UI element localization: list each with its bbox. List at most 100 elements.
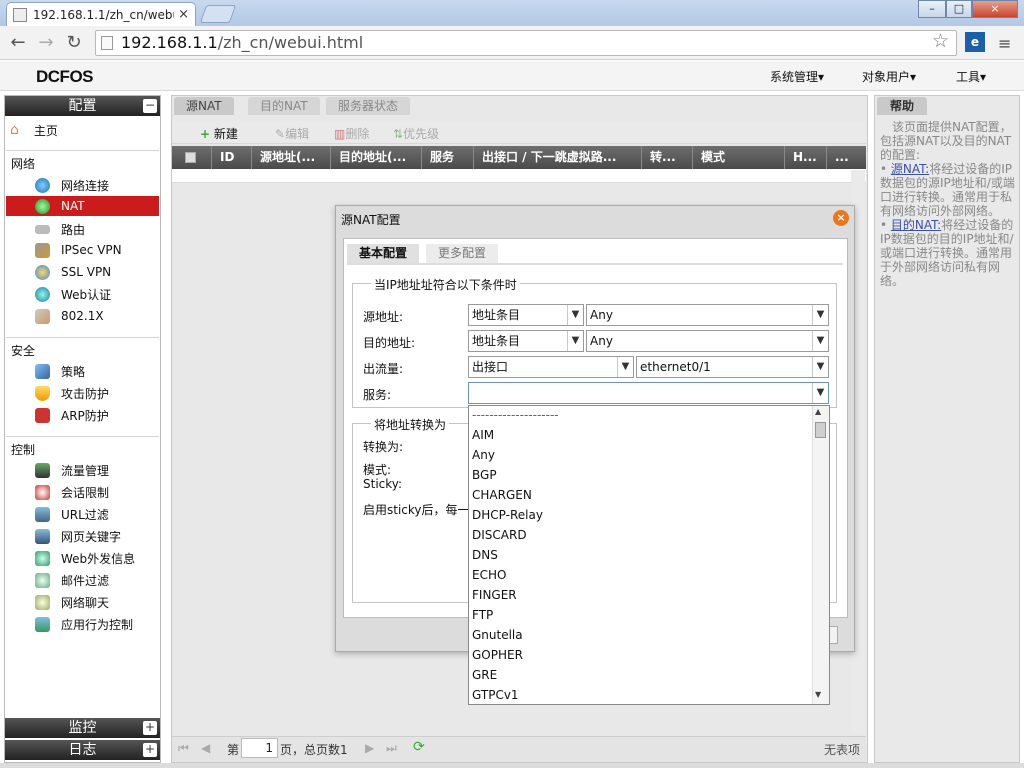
column-header-translate[interactable]: 转... [642,146,693,169]
source-address-select[interactable]: Any ▼ [586,304,829,326]
destination-address-select[interactable]: Any ▼ [586,330,829,352]
sidebar-item-home[interactable]: ⌂ 主页 [6,120,159,140]
column-header-more[interactable]: ... [827,146,866,169]
tab-source-nat[interactable]: 源NAT [174,97,234,115]
column-header-destination[interactable]: 目的地址(... [331,146,422,169]
first-page-icon[interactable]: ⏮ [178,741,189,756]
menu-tools[interactable]: 工具▾ [956,68,986,85]
dropdown-option[interactable]: GRE [472,668,497,682]
sidebar-item-ipsec-vpn[interactable]: IPSec VPN [6,240,159,260]
prev-page-icon[interactable]: ◀ [201,741,210,755]
sidebar-item-network-connection[interactable]: 网络连接 [6,175,159,195]
sidebar-item-web-keyword[interactable]: 网页关键字 [6,526,159,546]
menu-system[interactable]: 系统管理▾ [770,68,824,85]
dropdown-option[interactable]: DNS [472,548,498,562]
sidebar-item-policy[interactable]: 策略 [6,361,159,381]
sidebar-item-web-auth[interactable]: Web认证 [6,284,159,304]
sidebar-item-mail-filter[interactable]: 邮件过滤 [6,570,159,590]
tab-destination-nat[interactable]: 目的NAT [248,97,320,115]
browser-menu-icon[interactable]: ≡ [998,34,1011,53]
extension-icon[interactable]: e [965,32,985,52]
delete-button[interactable]: ▥删除 [334,125,369,142]
address-bar[interactable]: 192.168.1.1/zh_cn/webui.html [95,30,957,56]
sidebar-item-nat[interactable]: NAT [6,196,159,216]
dropdown-option[interactable]: GOPHER [472,648,523,662]
dropdown-option[interactable]: CHARGEN [472,488,532,502]
sidebar-item-8021x[interactable]: 802.1X [6,306,159,326]
dropdown-scrollbar[interactable] [812,406,829,704]
window-maximize-button[interactable]: □ [946,0,972,18]
destination-type-select[interactable]: 地址条目 ▼ [468,330,584,352]
divider [6,337,159,338]
dropdown-option[interactable]: AIM [472,428,494,442]
window-close-button[interactable]: × [972,0,1018,18]
forward-icon[interactable]: → [35,32,57,54]
column-header-egress[interactable]: 出接口 / 下一跳虚拟路... [474,146,642,169]
column-header-service[interactable]: 服务 [422,146,474,169]
dropdown-option[interactable]: ECHO [472,568,506,582]
scroll-up-icon[interactable]: ▲ [815,407,821,416]
egress-interface-select[interactable]: ethernet0/1 ▼ [636,356,829,378]
tab-close-icon[interactable]: × [178,7,189,22]
refresh-icon[interactable]: ⟳ [413,739,425,755]
scroll-down-icon[interactable]: ▼ [815,690,821,699]
edit-button[interactable]: ✎编辑 [275,125,309,142]
column-header-h[interactable]: H... [785,146,827,169]
sidebar-item-web-outbound[interactable]: Web外发信息 [6,548,159,568]
select-all-checkbox[interactable] [172,146,212,169]
reload-icon[interactable]: ↻ [63,32,85,54]
sidebar-monitor-header[interactable]: 监控 + [5,718,160,738]
sidebar-item-attack-defense[interactable]: 攻击防护 [6,383,159,403]
expand-icon[interactable]: + [143,721,157,735]
column-header-source[interactable]: 源地址(... [252,146,331,169]
new-button[interactable]: + 新建 [200,125,238,142]
sidebar-config-header[interactable]: 配置 − [5,96,160,116]
column-header-id[interactable]: ID [212,146,252,169]
pager-status: 无表项 [824,743,861,757]
back-icon[interactable]: ← [7,32,29,54]
sidebar-item-ssl-vpn[interactable]: SSL VPN [6,262,159,282]
window-minimize-button[interactable]: – [918,0,946,18]
sidebar-item-routing[interactable]: 路由 [6,219,159,239]
dropdown-option[interactable]: -------------------- [472,408,559,422]
section-network: 网络 [11,157,36,171]
sidebar-log-header[interactable]: 日志 + [5,740,160,760]
sidebar-item-app-control[interactable]: 应用行为控制 [6,614,159,634]
priority-button[interactable]: ⇅优先级 [393,125,439,142]
dropdown-option[interactable]: DISCARD [472,528,527,542]
collapse-icon[interactable]: − [143,99,157,113]
last-page-icon[interactable]: ⏭ [386,741,397,756]
sidebar-item-session-limit[interactable]: 会话限制 [6,482,159,502]
sidebar-item-chat[interactable]: 网络聊天 [6,592,159,612]
dropdown-option[interactable]: DHCP-Relay [472,508,543,522]
dropdown-option[interactable]: BGP [472,468,497,482]
source-type-select[interactable]: 地址条目 ▼ [468,304,584,326]
tab-server-status[interactable]: 服务器状态 [326,97,411,115]
help-link-destination-nat[interactable]: 目的NAT: [891,218,941,232]
dropdown-scroll-thumb[interactable] [815,422,826,438]
mode-label: 模式: [363,463,392,477]
page-number-input[interactable]: 1 [241,738,278,758]
tab-basic-config[interactable]: 基本配置 [347,244,420,263]
dialog-close-icon[interactable]: × [833,210,849,226]
expand-icon[interactable]: + [143,743,157,757]
dropdown-option[interactable]: FTP [472,608,493,622]
egress-type-select[interactable]: 出接口 ▼ [468,356,634,378]
service-select[interactable]: ▼ [468,382,829,404]
sidebar-item-traffic-mgmt[interactable]: 流量管理 [6,460,159,480]
tab-more-config[interactable]: 更多配置 [426,244,499,263]
sidebar-item-url-filter[interactable]: URL过滤 [6,504,159,524]
menu-object-user[interactable]: 对象用户▾ [862,68,916,85]
browser-tab[interactable]: 192.168.1.1/zh_cn/webu × [6,2,196,26]
page-favicon-icon [13,7,27,22]
help-link-source-nat[interactable]: 源NAT: [891,162,929,176]
column-header-mode[interactable]: 模式 [693,146,785,169]
dropdown-option[interactable]: Any [472,448,495,462]
bookmark-star-icon[interactable]: ☆ [932,30,949,52]
dropdown-option[interactable]: Gnutella [472,628,523,642]
next-page-icon[interactable]: ▶ [365,741,374,755]
sidebar-item-arp-defense[interactable]: ARP防护 [6,405,159,425]
dropdown-option[interactable]: GTPCv1 [472,688,519,702]
dropdown-option[interactable]: FINGER [472,588,517,602]
grid-body [172,169,866,183]
